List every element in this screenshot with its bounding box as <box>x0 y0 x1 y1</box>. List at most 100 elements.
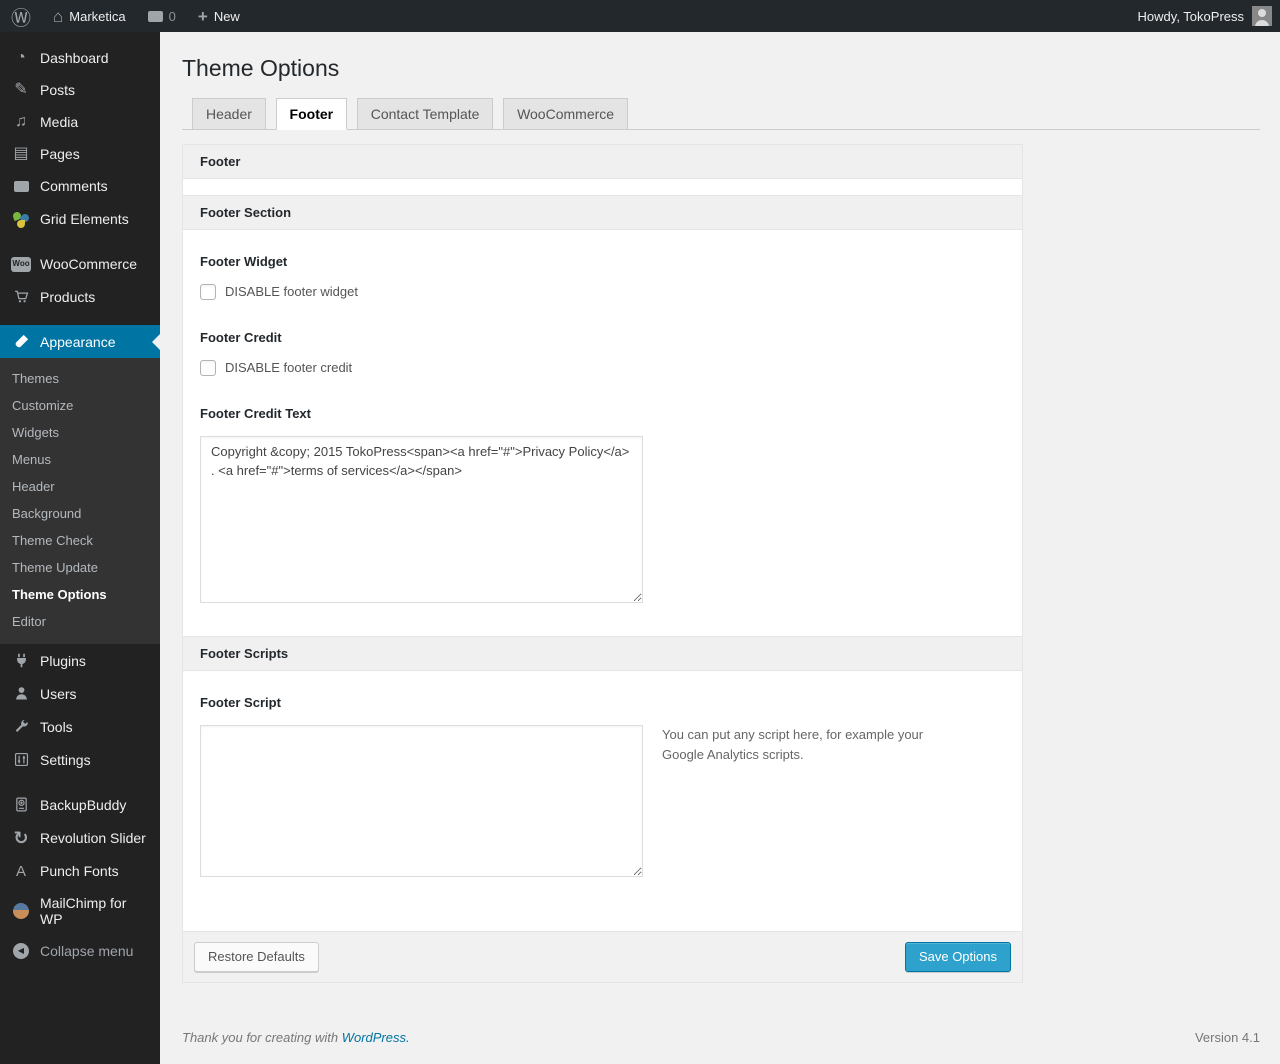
sidebar-item-label: Grid Elements <box>40 211 129 227</box>
comments-menu[interactable]: 0 <box>137 0 187 32</box>
panel-spacer <box>182 178 1023 196</box>
submenu-item-theme-check[interactable]: Theme Check <box>0 527 160 554</box>
wp-logo-menu[interactable]: Ⓦ <box>0 0 42 32</box>
sidebar-item-label: Posts <box>40 82 76 98</box>
footer-script-note: You can put any script here, for example… <box>662 726 924 763</box>
checkbox-label: DISABLE footer credit <box>225 360 353 376</box>
sidebar-item-label: Plugins <box>40 652 86 669</box>
new-label: New <box>213 8 240 24</box>
sidebar-item-posts[interactable]: ✎ Posts <box>0 74 160 106</box>
sidebar-item-dashboard[interactable]: ◔ Dashboard <box>0 42 160 74</box>
submenu-item-customize[interactable]: Customize <box>0 392 160 419</box>
comments-icon <box>11 180 31 192</box>
wordpress-link[interactable]: WordPress. <box>342 1030 410 1045</box>
cycle-arrows-icon: ↻ <box>13 828 29 848</box>
appearance-submenu: Themes Customize Widgets Menus Header Ba… <box>0 358 160 644</box>
checkbox-label: DISABLE footer widget <box>225 284 358 300</box>
restore-defaults-button[interactable]: Restore Defaults <box>194 941 319 973</box>
tab-header[interactable]: Header <box>192 97 266 130</box>
tab-footer[interactable]: Footer <box>275 97 348 130</box>
settings-icon <box>11 751 31 768</box>
tab-woocommerce[interactable]: WooCommerce <box>503 97 629 130</box>
sidebar-item-revolution-slider[interactable]: ↻ Revolution Slider <box>0 821 160 855</box>
disable-footer-widget-row[interactable]: DISABLE footer widget <box>200 283 1005 300</box>
admin-sidebar: ◔ Dashboard ✎ Posts ♫ Media ▤ Pages Comm… <box>0 32 160 1064</box>
submenu-item-menus[interactable]: Menus <box>0 446 160 473</box>
pages-icon: ▤ <box>13 145 29 162</box>
sidebar-item-media[interactable]: ♫ Media <box>0 106 160 138</box>
submenu-item-editor[interactable]: Editor <box>0 608 160 635</box>
sidebar-item-plugins[interactable]: Plugins <box>0 644 160 677</box>
admin-bar: Ⓦ ⌂ Marketica 0 + New Howdy, TokoPress <box>0 0 1280 32</box>
disable-footer-credit-checkbox[interactable] <box>200 359 216 376</box>
plugin-icon <box>11 652 31 669</box>
plus-icon: + <box>197 6 208 26</box>
sidebar-item-label: Products <box>40 288 96 305</box>
sidebar-item-label: MailChimp for WP <box>40 895 127 927</box>
new-content-menu[interactable]: + New <box>187 0 251 32</box>
submenu-item-header[interactable]: Header <box>0 473 160 500</box>
footer-credit-label: Footer Credit <box>200 329 282 345</box>
theme-options-panel: Footer Footer Section Footer Widget DISA… <box>182 143 1023 984</box>
footer-thanks-prefix: Thank you for creating with <box>182 1030 342 1046</box>
panel-actions-bar: Restore Defaults Save Options <box>182 931 1023 984</box>
submenu-item-widgets[interactable]: Widgets <box>0 419 160 446</box>
home-icon: ⌂ <box>53 6 64 26</box>
sidebar-item-label: Users <box>40 685 77 702</box>
avatar[interactable] <box>1252 6 1272 26</box>
footer-credit-text-input[interactable]: Copyright &copy; 2015 TokoPress<span><a … <box>200 435 643 603</box>
footer-thanks-text: Thank you for creating with WordPress. <box>182 1030 410 1045</box>
footer-widget-label: Footer Widget <box>200 253 288 269</box>
sidebar-item-label: Punch Fonts <box>40 863 119 879</box>
footer-section-bar: Footer Section <box>182 194 1023 230</box>
sidebar-item-appearance[interactable]: Appearance <box>0 325 160 358</box>
howdy-label: Howdy, TokoPress <box>1137 8 1244 24</box>
submenu-item-theme-update[interactable]: Theme Update <box>0 554 160 581</box>
sidebar-item-label: Revolution Slider <box>40 830 146 846</box>
tab-contact-template[interactable]: Contact Template <box>356 97 494 130</box>
sidebar-item-label: WooCommerce <box>40 256 137 272</box>
sidebar-item-users[interactable]: Users <box>0 677 160 710</box>
footer-scripts-bar: Footer Scripts <box>182 635 1023 671</box>
sidebar-item-pages[interactable]: ▤ Pages <box>0 138 160 170</box>
disable-footer-widget-checkbox[interactable] <box>200 283 216 300</box>
footer-credit-text-label: Footer Credit Text <box>200 405 311 421</box>
pushpin-icon: ✎ <box>14 81 28 98</box>
sidebar-item-label: Tools <box>40 718 73 735</box>
sidebar-item-punch-fonts[interactable]: A Punch Fonts <box>0 855 160 887</box>
sidebar-item-grid-elements[interactable]: Grid Elements <box>0 202 160 236</box>
sidebar-item-comments[interactable]: Comments <box>0 170 160 202</box>
sidebar-item-settings[interactable]: Settings <box>0 743 160 776</box>
brush-icon <box>11 333 31 350</box>
save-options-button[interactable]: Save Options <box>904 941 1011 973</box>
sidebar-item-backupbuddy[interactable]: BackupBuddy <box>0 788 160 821</box>
tab-bar: Header Footer Contact Template WooCommer… <box>182 97 1260 130</box>
version-text: Version 4.1 <box>1194 1030 1260 1046</box>
sidebar-item-collapse-menu[interactable]: ◀ Collapse menu <box>0 935 160 967</box>
submenu-item-background[interactable]: Background <box>0 500 160 527</box>
sidebar-item-label: Comments <box>40 178 108 194</box>
user-icon <box>11 685 31 702</box>
sidebar-item-mailchimp[interactable]: MailChimp for WP <box>0 887 160 935</box>
collapse-arrow-icon: ◀ <box>11 943 31 959</box>
footer-scripts-body: Footer Script You can put any script her… <box>182 670 1023 932</box>
sidebar-item-label: Media <box>40 114 79 130</box>
site-name-menu[interactable]: ⌂ Marketica <box>42 0 137 32</box>
my-account-menu[interactable]: Howdy, TokoPress <box>1127 0 1244 32</box>
media-icon: ♫ <box>15 113 27 130</box>
page-title: Theme Options <box>182 55 340 81</box>
sidebar-item-label: Settings <box>40 751 91 768</box>
disable-footer-credit-row[interactable]: DISABLE footer credit <box>200 359 1005 376</box>
sidebar-item-label: Collapse menu <box>40 943 134 959</box>
sidebar-item-products[interactable]: Products <box>0 280 160 313</box>
submenu-item-theme-options[interactable]: Theme Options <box>0 581 160 608</box>
site-name-label: Marketica <box>69 8 126 24</box>
footer-script-label: Footer Script <box>200 694 281 710</box>
grid-elements-icon <box>11 210 31 228</box>
sidebar-item-tools[interactable]: Tools <box>0 710 160 743</box>
wordpress-icon: Ⓦ <box>11 7 31 30</box>
footer-section-body: Footer Widget DISABLE footer widget Foot… <box>182 229 1023 637</box>
submenu-item-themes[interactable]: Themes <box>0 365 160 392</box>
sidebar-item-woocommerce[interactable]: Woo WooCommerce <box>0 248 160 280</box>
footer-script-input[interactable] <box>200 724 643 877</box>
